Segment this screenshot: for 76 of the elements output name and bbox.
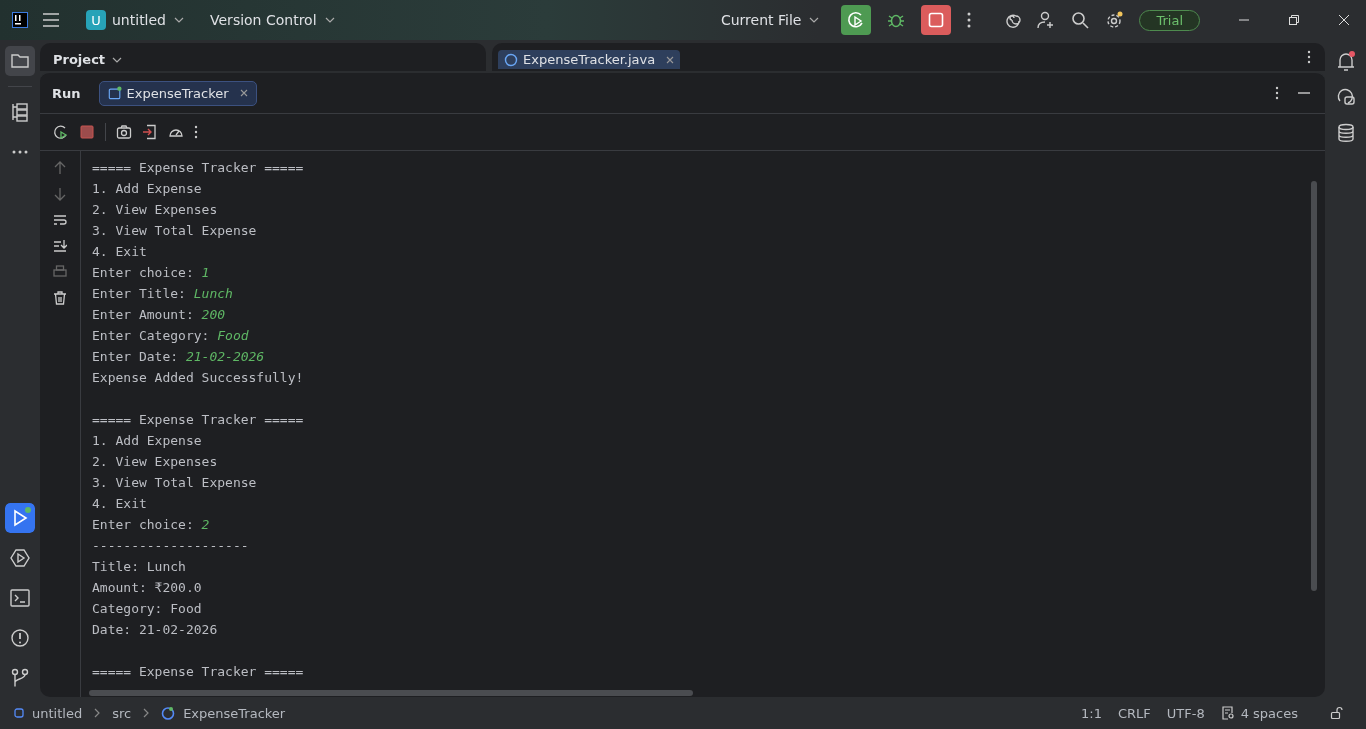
console-output-line: 3. View Total Expense [92, 474, 258, 492]
more-options-icon[interactable] [194, 124, 198, 140]
console-output-line: Date: 21-02-2026 [92, 621, 219, 639]
console-output-line: ===== Expense Tracker ===== [92, 663, 305, 681]
console-output-line: 1. Add Expense [92, 180, 203, 198]
restore-icon[interactable] [1288, 14, 1300, 26]
version-control-menu[interactable]: Version Control [204, 8, 341, 32]
application-window-icon [107, 86, 122, 100]
scroll-to-end-icon[interactable] [53, 239, 67, 253]
console-output-line: 4. Exit [92, 243, 148, 261]
arrow-up-icon[interactable] [53, 161, 67, 175]
indent-setting[interactable]: 4 spaces [1240, 705, 1298, 721]
search-icon[interactable] [1071, 11, 1090, 29]
console-prompt-line: Enter choice: 1 [92, 264, 211, 282]
breadcrumb-item[interactable]: src [112, 705, 132, 721]
more-options-icon[interactable] [1275, 85, 1279, 101]
settings-icon[interactable] [1105, 11, 1124, 29]
project-selector[interactable]: U untitled [80, 6, 190, 34]
document-search-icon[interactable] [1220, 706, 1235, 720]
app-logo-icon[interactable] [12, 12, 28, 28]
console-output-line: 2. View Expenses [92, 453, 219, 471]
menu-icon[interactable] [42, 11, 60, 29]
editor-tab[interactable]: ExpenseTracker.java [498, 50, 681, 69]
folder-icon[interactable] [5, 46, 35, 76]
more-options-icon[interactable] [967, 12, 972, 28]
exit-icon[interactable] [142, 124, 158, 140]
chevron-down-icon [324, 17, 335, 23]
run-tab[interactable]: ExpenseTracker [98, 80, 257, 106]
module-icon [14, 708, 24, 718]
stop-icon[interactable] [921, 5, 952, 35]
console-output-line: -------------------- [92, 537, 250, 555]
soft-wrap-icon[interactable] [53, 213, 67, 227]
console-prompt-line: Enter choice: 2 [92, 516, 211, 534]
console-output-line: 3. View Total Expense [92, 222, 258, 240]
more-options-icon[interactable] [1307, 49, 1311, 65]
console-output-line: 1. Add Expense [92, 432, 203, 450]
chevron-right-icon [143, 708, 150, 718]
horizontal-scrollbar-thumb[interactable] [89, 690, 693, 696]
line-ending[interactable]: CRLF [1117, 705, 1151, 721]
close-icon[interactable] [239, 89, 248, 97]
console-prompt-line: Enter Amount: 200 [92, 306, 227, 324]
vertical-scrollbar-thumb[interactable] [1311, 181, 1317, 591]
rerun-icon[interactable] [841, 5, 872, 35]
breadcrumb-item[interactable]: untitled [32, 705, 83, 721]
project-panel-title[interactable]: Project [53, 52, 123, 71]
console-prompt-line: Enter Category: Food [92, 327, 250, 345]
console-output-line: Amount: ₹200.0 [92, 579, 203, 597]
console-prompt-line: Enter Date: 21-02-2026 [92, 348, 266, 366]
rerun-icon[interactable] [53, 124, 69, 140]
camera-icon[interactable] [116, 124, 132, 140]
console-output-line: ===== Expense Tracker ===== [92, 411, 305, 429]
chevron-down-icon [174, 17, 184, 23]
print-icon[interactable] [53, 265, 67, 279]
arrow-down-icon[interactable] [53, 187, 67, 201]
run-icon[interactable] [5, 503, 35, 533]
chevron-down-icon [112, 56, 123, 63]
chevron-right-icon [94, 708, 101, 718]
trash-icon[interactable] [53, 291, 67, 305]
run-configuration-selector[interactable]: Current File [714, 8, 826, 32]
console-output-line: Title: Lunch [92, 558, 187, 576]
file-encoding[interactable]: UTF-8 [1166, 705, 1205, 721]
caret-position[interactable]: 1:1 [1081, 705, 1102, 721]
run-panel-title: Run [52, 85, 81, 101]
console-output-line: 4. Exit [92, 495, 148, 513]
console-output-line: 2. View Expenses [92, 201, 219, 219]
console-output-line: ===== Expense Tracker ===== [92, 159, 305, 177]
console-output-line: Expense Added Successfully! [92, 369, 305, 387]
trial-button[interactable]: Trial [1139, 9, 1200, 31]
chevron-down-icon [809, 17, 820, 23]
add-user-icon[interactable] [1037, 11, 1056, 29]
console-prompt-line: Enter Title: Lunch [92, 285, 234, 303]
unlock-icon[interactable] [1330, 706, 1344, 720]
console-output-line: Category: Food [92, 600, 203, 618]
class-icon [504, 52, 518, 67]
class-icon [161, 706, 176, 720]
breadcrumb-item[interactable]: ExpenseTracker [183, 705, 286, 721]
